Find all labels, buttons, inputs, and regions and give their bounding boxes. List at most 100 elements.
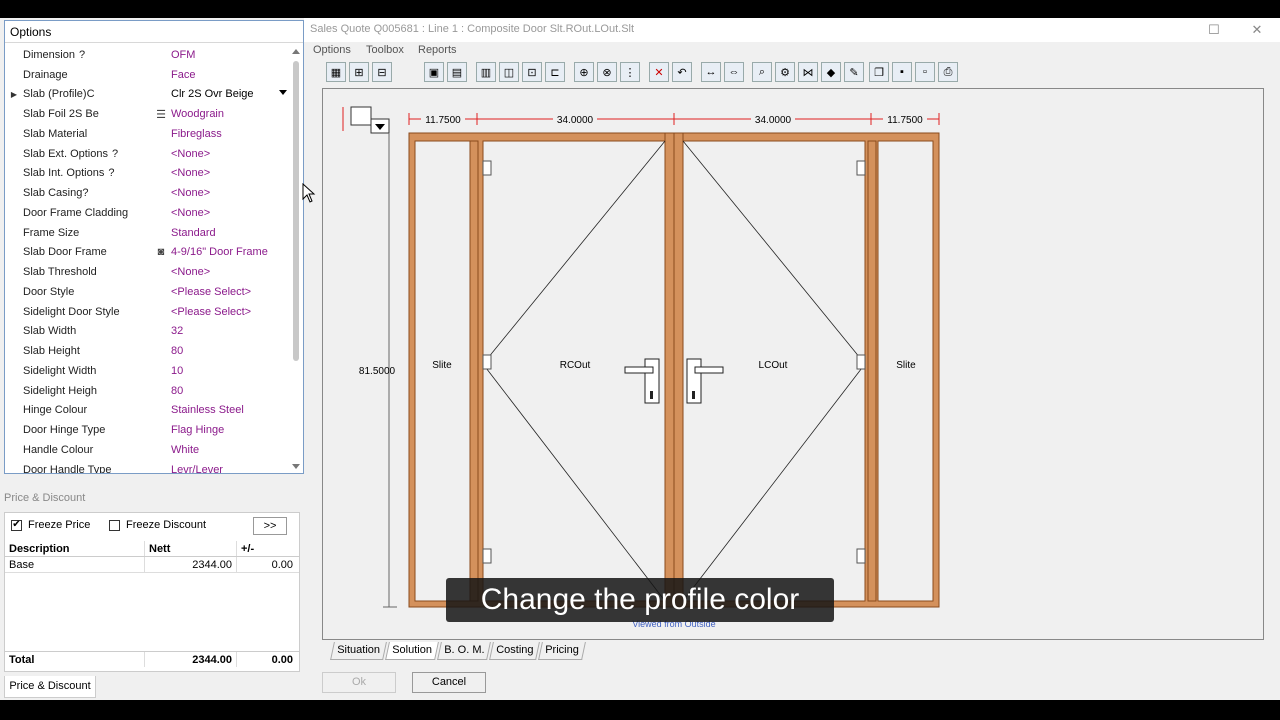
total-row: Total 2344.00 0.00: [5, 651, 299, 667]
tool-save-icon[interactable]: ▪: [892, 62, 912, 82]
tool-lock-icon[interactable]: ⊡: [522, 62, 542, 82]
option-row[interactable]: Slab Material Fibreglass: [5, 124, 291, 144]
option-value[interactable]: <None>: [171, 187, 291, 199]
option-value[interactable]: Clr 2S Ovr Beige: [171, 88, 291, 100]
option-row[interactable]: ▶ Slab (Profile)C Clr 2S Ovr Beige: [5, 85, 291, 105]
scroll-down-icon[interactable]: [292, 464, 300, 469]
option-row[interactable]: Hinge Colour Stainless Steel: [5, 401, 291, 421]
option-row[interactable]: Slab Casing? <None>: [5, 183, 291, 203]
tab-price-discount[interactable]: Price & Discount: [4, 676, 96, 698]
option-value[interactable]: Levr/Lever: [171, 464, 291, 473]
tool-color-icon[interactable]: ◆: [821, 62, 841, 82]
tool-measure-icon[interactable]: ⇔: [724, 62, 744, 82]
option-value[interactable]: Fibreglass: [171, 128, 291, 140]
tool-add-icon[interactable]: ▣: [424, 62, 444, 82]
tool-glass-icon[interactable]: ◫: [499, 62, 519, 82]
option-row[interactable]: Slab Door Frame ◙ 4-9/16" Door Frame: [5, 243, 291, 263]
tool-panel-icon[interactable]: ▥: [476, 62, 496, 82]
tool-edit-icon[interactable]: ✎: [844, 62, 864, 82]
tab-solution[interactable]: Solution: [384, 642, 439, 660]
freeze-price-checkbox[interactable]: ✔ Freeze Price: [11, 519, 90, 531]
tool-settings-icon[interactable]: ⚙: [775, 62, 795, 82]
option-row[interactable]: Slab Int. Options? <None>: [5, 164, 291, 184]
menu-toolbox[interactable]: Toolbox: [366, 44, 404, 56]
tab-situation[interactable]: Situation: [330, 642, 387, 660]
tool-grid-icon[interactable]: ⊞: [349, 62, 369, 82]
tool-undo-icon[interactable]: ↶: [672, 62, 692, 82]
option-row[interactable]: Handle Colour White: [5, 440, 291, 460]
option-row[interactable]: Sidelight Width 10: [5, 361, 291, 381]
option-label-wrap: Slab (Profile)C: [23, 88, 151, 100]
option-value[interactable]: Woodgrain: [171, 108, 291, 120]
option-value[interactable]: Flag Hinge: [171, 424, 291, 436]
frame-icon[interactable]: ◙: [151, 246, 171, 258]
option-value[interactable]: Face: [171, 69, 291, 81]
sidelight-left[interactable]: [414, 140, 471, 602]
sidelight-right[interactable]: [877, 140, 934, 602]
tool-combine-icon[interactable]: ⊗: [597, 62, 617, 82]
tab-bom[interactable]: B. O. M.: [436, 642, 491, 660]
option-row[interactable]: Sidelight Heigh 80: [5, 381, 291, 401]
filter-icon[interactable]: ☰: [151, 108, 171, 121]
dropdown-arrow-icon[interactable]: [279, 89, 287, 95]
option-value[interactable]: <None>: [171, 207, 291, 219]
more-button[interactable]: >>: [253, 517, 287, 535]
option-row[interactable]: Slab Foil 2S Be ☰ Woodgrain: [5, 104, 291, 124]
table-row[interactable]: Base 2344.00 0.00: [5, 557, 299, 573]
tool-mullion-icon[interactable]: ⊏: [545, 62, 565, 82]
tool-copy-icon[interactable]: ❐: [869, 62, 889, 82]
option-value[interactable]: <Please Select>: [171, 306, 291, 318]
ok-button[interactable]: Ok: [322, 672, 396, 693]
options-scrollbar[interactable]: [291, 45, 301, 473]
option-row[interactable]: Slab Width 32: [5, 322, 291, 342]
option-row[interactable]: Door Handle Type Levr/Lever: [5, 460, 291, 473]
maximize-icon[interactable]: ☐: [1204, 21, 1224, 39]
option-value[interactable]: <None>: [171, 148, 291, 160]
option-value[interactable]: 80: [171, 385, 291, 397]
option-row[interactable]: Slab Threshold <None>: [5, 262, 291, 282]
tool-export-icon[interactable]: ▫: [915, 62, 935, 82]
tool-dimension-icon[interactable]: ↔: [701, 62, 721, 82]
option-row[interactable]: Door Style <Please Select>: [5, 282, 291, 302]
option-value[interactable]: Standard: [171, 227, 291, 239]
option-value[interactable]: 10: [171, 365, 291, 377]
freeze-discount-checkbox[interactable]: Freeze Discount: [109, 519, 206, 531]
tab-pricing[interactable]: Pricing: [538, 642, 586, 660]
option-row[interactable]: Frame Size Standard: [5, 223, 291, 243]
cancel-button[interactable]: Cancel: [412, 672, 486, 693]
menu-reports[interactable]: Reports: [418, 44, 457, 56]
option-row[interactable]: Slab Height 80: [5, 341, 291, 361]
tool-cancel-icon[interactable]: ✕: [649, 62, 669, 82]
tool-split-icon[interactable]: ⊟: [372, 62, 392, 82]
option-row[interactable]: Slab Ext. Options? <None>: [5, 144, 291, 164]
tool-layout-icon[interactable]: ▦: [326, 62, 346, 82]
option-value[interactable]: 32: [171, 325, 291, 337]
tool-delete-frame-icon[interactable]: ▤: [447, 62, 467, 82]
tool-array-icon[interactable]: ⋮: [620, 62, 640, 82]
freeze-price-label: Freeze Price: [28, 519, 91, 531]
scroll-thumb[interactable]: [293, 61, 299, 361]
option-row[interactable]: Door Frame Cladding <None>: [5, 203, 291, 223]
drawing-canvas[interactable]: 11.7500 34.0000 34.0000 11.7500 81.5000: [322, 88, 1264, 640]
option-value[interactable]: <Please Select>: [171, 286, 291, 298]
option-row[interactable]: Dimension? OFM: [5, 45, 291, 65]
option-value[interactable]: White: [171, 444, 291, 456]
option-value[interactable]: 4-9/16" Door Frame: [171, 246, 291, 258]
option-value[interactable]: <None>: [171, 266, 291, 278]
scroll-up-icon[interactable]: [292, 49, 300, 54]
tool-print-icon[interactable]: ⎙: [938, 62, 958, 82]
menu-options[interactable]: Options: [313, 44, 351, 56]
option-value[interactable]: OFM: [171, 49, 291, 61]
option-row[interactable]: Sidelight Door Style <Please Select>: [5, 302, 291, 322]
tool-zoom-icon[interactable]: ⌕: [752, 62, 772, 82]
corner-tool-icon[interactable]: [342, 106, 390, 134]
option-value[interactable]: Stainless Steel: [171, 404, 291, 416]
tool-insert-icon[interactable]: ⊕: [574, 62, 594, 82]
option-value[interactable]: 80: [171, 345, 291, 357]
tool-network-icon[interactable]: ⋈: [798, 62, 818, 82]
option-row[interactable]: Door Hinge Type Flag Hinge: [5, 420, 291, 440]
tab-costing[interactable]: Costing: [489, 642, 541, 660]
option-value[interactable]: <None>: [171, 167, 291, 179]
option-row[interactable]: Drainage Face: [5, 65, 291, 85]
close-icon[interactable]: ✕: [1247, 21, 1267, 39]
